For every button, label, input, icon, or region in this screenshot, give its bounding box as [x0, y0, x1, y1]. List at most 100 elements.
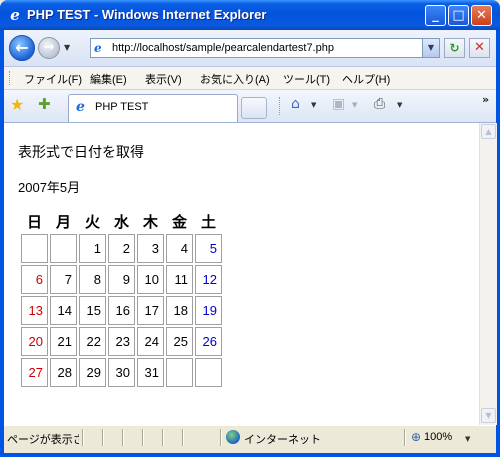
menu-file[interactable]: ファイル(F)	[24, 71, 82, 87]
calendar-body: 1 2 3 4 5 6 7 8 9 10 11 12 13 14 15 16 17 18 19 20 21 22 23 24 2…	[21, 234, 222, 387]
address-dropdown-icon[interactable]: ▼	[422, 38, 440, 58]
navigation-bar: ← → ▼ e http://localhost/sample/pearcale…	[4, 30, 496, 67]
tab-bar: ★ ✚ e PHP TEST ⌂ ▼ ▣ ▼ ⎙ ▼ »	[4, 90, 496, 123]
calendar-day-cell: 5	[195, 234, 222, 263]
weekday-header: 月	[55, 213, 71, 231]
address-url[interactable]: http://localhost/sample/pearcalendartest…	[112, 42, 334, 54]
security-zone[interactable]: インターネット	[244, 431, 321, 447]
weekday-header: 木	[142, 213, 158, 231]
calendar-day-cell: 25	[166, 327, 193, 356]
status-divider	[82, 429, 84, 446]
calendar-day-cell: 1	[79, 234, 106, 263]
page-icon: e	[76, 99, 85, 115]
feeds-icon[interactable]: ▣	[332, 96, 345, 112]
calendar-day-cell: 4	[166, 234, 193, 263]
scroll-up-icon[interactable]: ▲	[481, 124, 496, 139]
tab-php-test[interactable]: e PHP TEST	[68, 94, 238, 122]
calendar-day-cell: 24	[137, 327, 164, 356]
feeds-dropdown-icon[interactable]: ▼	[352, 101, 357, 109]
menu-view[interactable]: 表示(V)	[145, 71, 182, 87]
calendar-day-cell: 13	[21, 296, 48, 325]
status-divider	[404, 429, 406, 446]
zoom-dropdown-icon[interactable]: ▼	[465, 435, 470, 443]
calendar-week-row: 12345	[21, 234, 222, 263]
calendar-day-cell: 15	[79, 296, 106, 325]
toolbar-separator	[279, 97, 280, 115]
zoom-icon[interactable]: ⊕	[411, 430, 421, 444]
calendar-table: 日 月 火 水 木 金 土 1 2 3 4 5 6 7 8 9 10 11 12 13 14 15 16 17 1…	[19, 208, 224, 389]
weekday-header-row: 日 月 火 水 木 金 土	[21, 210, 222, 232]
calendar-week-row: 13 14 15 16 17 18 19	[21, 296, 222, 325]
page-icon: e	[94, 41, 102, 55]
scroll-down-icon[interactable]: ▼	[481, 408, 496, 423]
maximize-button[interactable]: □	[448, 5, 469, 26]
calendar-day-cell: 14	[50, 296, 77, 325]
calendar-day-cell: 19	[195, 296, 222, 325]
calendar-day-cell: 23	[108, 327, 135, 356]
ie-logo-icon: e	[10, 6, 20, 24]
calendar-empty-cell	[50, 234, 77, 263]
forward-icon[interactable]: →	[38, 37, 60, 59]
zoom-level[interactable]: 100%	[424, 431, 452, 443]
calendar-month: 2007年5月	[18, 180, 81, 195]
calendar-day-cell: 10	[137, 265, 164, 294]
calendar-day-cell: 22	[79, 327, 106, 356]
add-favorites-icon[interactable]: ✚	[38, 96, 51, 112]
tab-label: PHP TEST	[95, 101, 149, 113]
title-bar[interactable]: e PHP TEST - Windows Internet Explorer _…	[0, 0, 500, 30]
menu-help[interactable]: ヘルプ(H)	[342, 71, 390, 87]
refresh-icon[interactable]: ↻	[444, 38, 465, 58]
page-heading: 表形式で日付を取得	[18, 144, 144, 160]
calendar-week-row: 6 7 8 9 10 11 12	[21, 265, 222, 294]
stop-icon[interactable]: ✕	[469, 38, 490, 58]
print-icon[interactable]: ⎙	[374, 96, 385, 112]
calendar-day-cell: 2	[108, 234, 135, 263]
calendar-week-row: 27 28 29 30 31	[21, 358, 222, 387]
calendar-day-cell: 12	[195, 265, 222, 294]
menu-edit[interactable]: 編集(E)	[90, 71, 127, 87]
favorites-star-icon[interactable]: ★	[10, 97, 24, 113]
status-divider	[220, 429, 222, 446]
toolbar-overflow-icon[interactable]: »	[482, 93, 489, 106]
weekday-header: 水	[113, 213, 129, 231]
calendar-day-cell: 6	[21, 265, 48, 294]
calendar-empty-cell	[195, 358, 222, 387]
calendar-day-cell: 9	[108, 265, 135, 294]
calendar-empty-cell	[21, 234, 48, 263]
status-divider	[102, 429, 104, 446]
calendar-day-cell: 11	[166, 265, 193, 294]
home-dropdown-icon[interactable]: ▼	[311, 101, 316, 109]
vertical-scrollbar[interactable]: ▲ ▼	[479, 123, 497, 425]
weekday-header: 日	[26, 213, 42, 231]
calendar-day-cell: 18	[166, 296, 193, 325]
calendar-day-cell: 31	[137, 358, 164, 387]
minimize-button[interactable]: _	[425, 5, 446, 26]
status-divider	[182, 429, 184, 446]
weekday-header: 火	[84, 213, 100, 231]
status-divider	[142, 429, 144, 446]
calendar-day-cell: 17	[137, 296, 164, 325]
calendar-day-cell: 3	[137, 234, 164, 263]
weekday-header: 金	[171, 213, 187, 231]
browser-window: e PHP TEST - Windows Internet Explorer _…	[0, 0, 500, 457]
calendar-day-cell: 28	[50, 358, 77, 387]
calendar-day-cell: 8	[79, 265, 106, 294]
back-icon[interactable]: ←	[9, 35, 35, 61]
calendar-week-row: 20 21 22 23 24 25 26	[21, 327, 222, 356]
calendar-day-cell: 16	[108, 296, 135, 325]
status-bar: ページが表示されました インターネット ⊕ 100% ▼	[4, 425, 496, 450]
calendar-day-cell: 30	[108, 358, 135, 387]
home-icon[interactable]: ⌂	[291, 96, 300, 112]
print-dropdown-icon[interactable]: ▼	[397, 101, 402, 109]
window-title: PHP TEST - Windows Internet Explorer	[27, 7, 267, 22]
status-divider	[122, 429, 124, 446]
calendar-day-cell: 26	[195, 327, 222, 356]
new-tab-button[interactable]	[241, 97, 267, 119]
close-button[interactable]: ✕	[471, 5, 492, 26]
calendar-day-cell: 7	[50, 265, 77, 294]
history-dropdown-icon[interactable]: ▼	[64, 43, 70, 52]
menu-tools[interactable]: ツール(T)	[283, 71, 330, 87]
address-bar[interactable]: e http://localhost/sample/pearcalendarte…	[90, 38, 440, 58]
menu-bar: ファイル(F) 編集(E) 表示(V) お気に入り(A) ツール(T) ヘルプ(…	[4, 67, 496, 90]
menu-favorites[interactable]: お気に入り(A)	[200, 71, 270, 87]
